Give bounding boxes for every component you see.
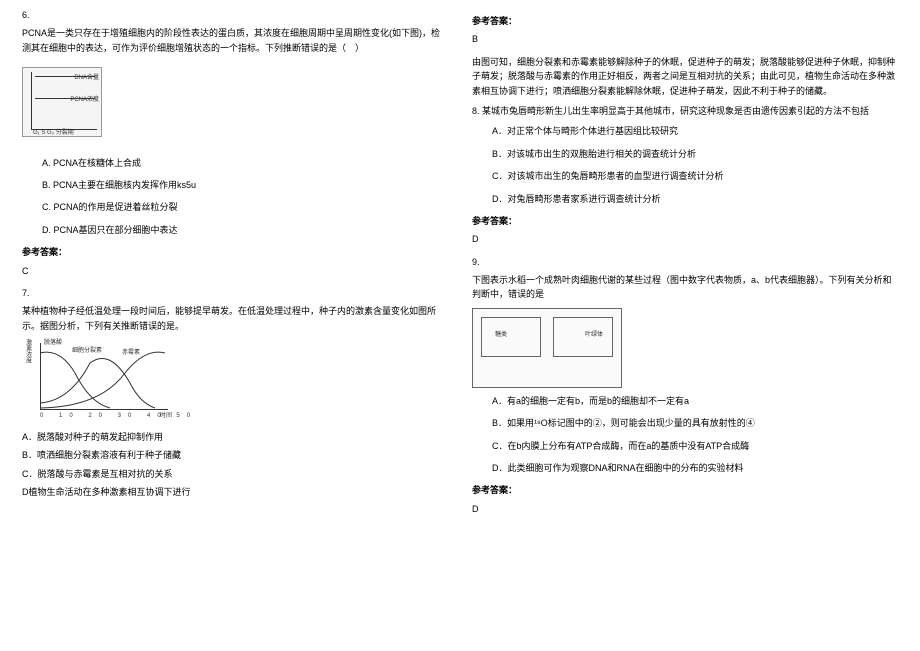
q6-opt-a: A. PCNA在核糖体上合成 <box>42 156 448 170</box>
q7-fig-legend3: 赤霉素 <box>122 349 140 359</box>
q8-text: 8. 某城市兔唇畸形新生儿出生率明显高于其他城市，研究这种现象是否由遗传因素引起… <box>472 104 898 118</box>
q8-opt-a: A．对正常个体与畸形个体进行基因组比较研究 <box>492 124 898 138</box>
q7-number: 7. <box>22 286 448 300</box>
q6-fig-pcna-label: PCNA浓度 <box>70 96 99 106</box>
q6-options: A. PCNA在核糖体上合成 B. PCNA主要在细胞核内发挥作用ks5u C.… <box>42 156 448 238</box>
right-column: 参考答案： B 由图可知，细胞分裂素和赤霉素能够解除种子的休眠，促进种子的萌发；… <box>460 8 910 643</box>
q7-text: 某种植物种子经低温处理一段时间后，能够提早萌发。在低温处理过程中，种子内的激素含… <box>22 304 448 333</box>
q9-opt-b: B．如果用¹⁸O标记图中的②，则可能会出现少量的具有放射性的④ <box>492 416 898 430</box>
q9-answer: D <box>472 502 898 516</box>
q9-opt-a: A．有a的细胞一定有b，而是b的细胞却不一定有a <box>492 394 898 408</box>
q9-figure: 糖类 叶绿体 <box>472 308 622 388</box>
q6-fig-axis-label: G₁ S G₂ 分裂期 <box>33 129 74 139</box>
q9-fig-label2: 叶绿体 <box>585 331 603 341</box>
q9-fig-label1: 糖类 <box>495 331 507 341</box>
q7-explanation: 由图可知，细胞分裂素和赤霉素能够解除种子的休眠，促进种子的萌发；脱落酸能够促进种… <box>472 55 898 98</box>
q7-fig-legend2: 细胞分裂素 <box>72 347 102 357</box>
q8-answer-header: 参考答案： <box>472 214 898 228</box>
q9-opt-c: C．在b内膜上分布有ATP合成酶，而在a的基质中没有ATP合成酶 <box>492 439 898 453</box>
q9-answer-header: 参考答案： <box>472 483 898 497</box>
q6-number: 6. <box>22 8 448 22</box>
q8-opt-b: B．对该城市出生的双胞胎进行相关的调查统计分析 <box>492 147 898 161</box>
q7-opt-b: B．喷洒细胞分裂素溶液有利于种子储藏 <box>22 448 448 462</box>
q6-answer-header: 参考答案： <box>22 245 448 259</box>
q7-opt-a: A．脱落酸对种子的萌发起抑制作用 <box>22 430 448 444</box>
q7-opt-d: D植物生命活动在多种激素相互协调下进行 <box>22 485 448 499</box>
left-column: 6. PCNA是一类只存在于增殖细胞内的阶段性表达的蛋白质，其浓度在细胞周期中呈… <box>10 8 460 643</box>
q6-figure: DNA含量 PCNA浓度 G₁ S G₂ 分裂期 <box>22 67 102 137</box>
q6-fig-dna-label: DNA含量 <box>74 74 99 84</box>
q7-answer: B <box>472 32 898 46</box>
q7-figure: 激素浓度 脱落酸 细胞分裂素 赤霉素 0 10 20 30 40 50 时间 <box>22 339 172 424</box>
q6-opt-d: D. PCNA基因只在部分细胞中表达 <box>42 223 448 237</box>
q8-opt-d: D．对兔唇畸形患者家系进行调查统计分析 <box>492 192 898 206</box>
q7-fig-ticks: 0 10 20 30 40 50 <box>40 412 197 422</box>
q7-fig-legend1: 脱落酸 <box>44 339 62 349</box>
q8-opt-c: C．对该城市出生的兔唇畸形患者的血型进行调查统计分析 <box>492 169 898 183</box>
q9-options: A．有a的细胞一定有b，而是b的细胞却不一定有a B．如果用¹⁸O标记图中的②，… <box>472 394 898 476</box>
q9-number: 9. <box>472 255 898 269</box>
q7-options: A．脱落酸对种子的萌发起抑制作用 B．喷洒细胞分裂素溶液有利于种子储藏 C．脱落… <box>22 430 448 500</box>
q7-fig-x-label: 时间 <box>160 412 172 422</box>
q6-text: PCNA是一类只存在于增殖细胞内的阶段性表达的蛋白质，其浓度在细胞周期中呈周期性… <box>22 26 448 55</box>
q6-answer: C <box>22 264 448 278</box>
q8-answer: D <box>472 232 898 246</box>
q7-fig-y-label: 激素浓度 <box>22 339 32 363</box>
q8-options: A．对正常个体与畸形个体进行基因组比较研究 B．对该城市出生的双胞胎进行相关的调… <box>472 124 898 206</box>
q7-opt-c: C．脱落酸与赤霉素是互相对抗的关系 <box>22 467 448 481</box>
q9-opt-d: D．此类细胞可作为观察DNA和RNA在细胞中的分布的实验材料 <box>492 461 898 475</box>
q6-opt-b: B. PCNA主要在细胞核内发挥作用ks5u <box>42 178 448 192</box>
q7-answer-header: 参考答案： <box>472 14 898 28</box>
q6-opt-c: C. PCNA的作用是促进着丝粒分裂 <box>42 200 448 214</box>
q9-text: 下图表示水稻一个成熟叶肉细胞代谢的某些过程（图中数字代表物质，a、b代表细胞器）… <box>472 273 898 302</box>
